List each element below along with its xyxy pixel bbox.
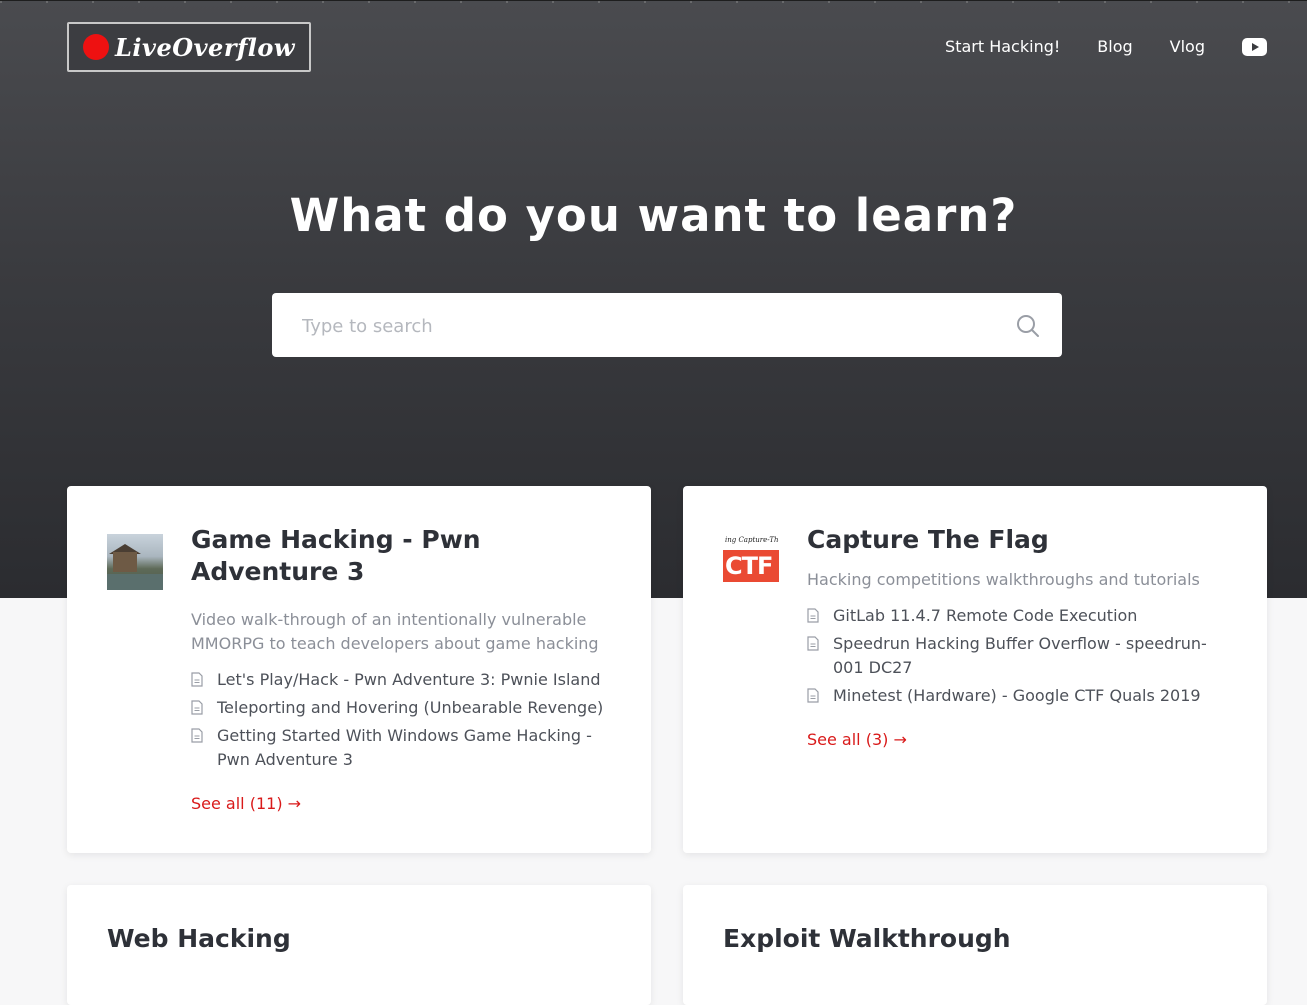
collection-title[interactable]: Capture The Flag: [807, 524, 1227, 556]
nav-vlog[interactable]: Vlog: [1170, 37, 1205, 57]
top-nav: Start Hacking! Blog Vlog: [908, 37, 1267, 57]
youtube-icon[interactable]: [1242, 38, 1267, 56]
search-input[interactable]: [300, 293, 984, 359]
document-icon: [807, 608, 819, 623]
logo[interactable]: LiveOverflow: [67, 22, 311, 72]
document-icon: [191, 700, 203, 715]
article-title: Getting Started With Windows Game Hackin…: [217, 726, 592, 769]
record-dot-icon: [83, 34, 109, 60]
collection-thumbnail: ing Capture-The-F CTF: [723, 534, 779, 590]
decorative-dots: [0, 1, 1307, 3]
collection-card-web-hacking[interactable]: Web Hacking: [67, 885, 651, 1005]
collection-description: Hacking competitions walkthroughs and tu…: [807, 570, 1200, 589]
thumbnail-logo-text: CTF: [725, 552, 773, 580]
see-all-link[interactable]: See all (3) →: [807, 728, 907, 752]
article-item[interactable]: Minetest (Hardware) - Google CTF Quals 2…: [807, 684, 1227, 708]
collection-description: Video walk-through of an intentionally v…: [191, 610, 599, 653]
collection-thumbnail: [107, 534, 163, 590]
collection-card-ctf[interactable]: ing Capture-The-F CTF Capture The Flag H…: [683, 486, 1267, 853]
article-item[interactable]: Speedrun Hacking Buffer Overflow - speed…: [807, 632, 1227, 680]
search-box: [272, 293, 1062, 359]
logo-text: LiveOverflow: [115, 32, 296, 62]
collection-card-exploit-walkthrough[interactable]: Exploit Walkthrough: [683, 885, 1267, 1005]
collection-card-game-hacking[interactable]: Game Hacking - Pwn Adventure 3 Video wal…: [67, 486, 651, 853]
article-title: Let's Play/Hack - Pwn Adventure 3: Pwnie…: [217, 670, 601, 689]
nav-start-hacking[interactable]: Start Hacking!: [945, 37, 1060, 57]
article-list: GitLab 11.4.7 Remote Code Execution Spee…: [807, 604, 1227, 708]
article-item[interactable]: Let's Play/Hack - Pwn Adventure 3: Pwnie…: [191, 668, 611, 692]
article-item[interactable]: Teleporting and Hovering (Unbearable Rev…: [191, 696, 611, 720]
article-title: GitLab 11.4.7 Remote Code Execution: [833, 606, 1138, 625]
collection-title[interactable]: Exploit Walkthrough: [723, 923, 1223, 955]
article-title: Teleporting and Hovering (Unbearable Rev…: [217, 698, 604, 717]
document-icon: [807, 636, 819, 651]
article-title: Speedrun Hacking Buffer Overflow - speed…: [833, 634, 1207, 677]
collection-title[interactable]: Web Hacking: [107, 923, 607, 955]
search-icon[interactable]: [1016, 314, 1040, 338]
article-item[interactable]: Getting Started With Windows Game Hackin…: [191, 724, 611, 772]
see-all-link[interactable]: See all (11) →: [191, 792, 301, 816]
document-icon: [191, 672, 203, 687]
article-title: Minetest (Hardware) - Google CTF Quals 2…: [833, 686, 1201, 705]
thumbnail-caption: ing Capture-The-F: [725, 536, 779, 544]
collection-title[interactable]: Game Hacking - Pwn Adventure 3: [191, 524, 611, 588]
document-icon: [191, 728, 203, 743]
article-list: Let's Play/Hack - Pwn Adventure 3: Pwnie…: [191, 668, 611, 772]
article-item[interactable]: GitLab 11.4.7 Remote Code Execution: [807, 604, 1227, 628]
page-title: What do you want to learn?: [289, 189, 1018, 242]
document-icon: [807, 688, 819, 703]
nav-blog[interactable]: Blog: [1097, 37, 1132, 57]
